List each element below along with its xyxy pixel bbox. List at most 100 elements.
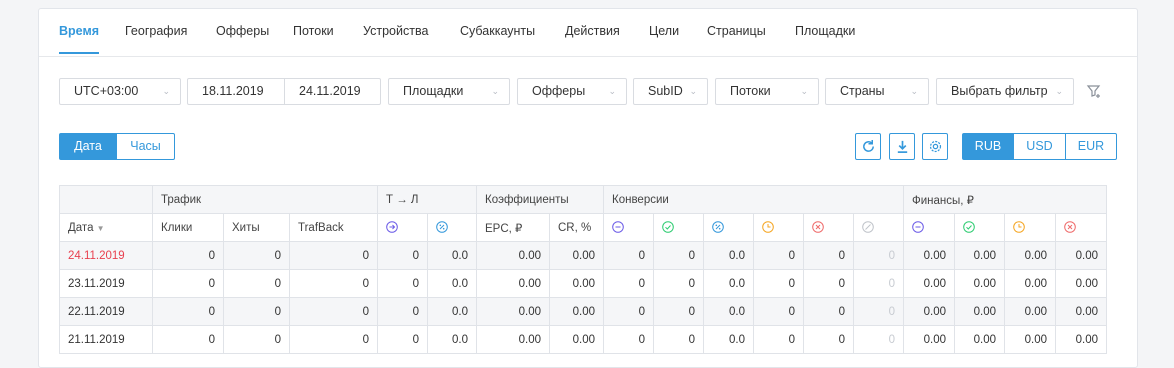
table-cell: 0 xyxy=(803,325,854,354)
statistics-table: Трафик Т → Л Коэффициенты Конверсии Фина… xyxy=(59,185,1107,354)
table-cell: 0 xyxy=(653,297,704,326)
report-tabs: Время География Офферы Потоки Устройства… xyxy=(39,9,1137,57)
table-cell: 0 xyxy=(223,325,290,354)
tab-time[interactable]: Время xyxy=(59,24,99,54)
platforms-select[interactable]: Площадки ⌄ xyxy=(388,78,510,105)
tab-subaccounts[interactable]: Субаккаунты xyxy=(460,24,535,38)
group-coefficients: Коэффициенты xyxy=(476,185,604,214)
table-cell: 0 xyxy=(152,297,224,326)
offers-select[interactable]: Офферы ⌄ xyxy=(517,78,627,105)
choose-filter-label: Выбрать фильтр xyxy=(951,84,1048,98)
gear-icon xyxy=(929,140,942,153)
table-cell: 0 xyxy=(753,297,804,326)
table-cell: 0 xyxy=(803,269,854,298)
group-transition: Т → Л xyxy=(377,185,477,214)
clock-icon xyxy=(1013,221,1025,234)
column-epc: EPC, ₽ xyxy=(476,213,550,242)
table-cell: 0.00 xyxy=(954,325,1005,354)
table-cell: 0 xyxy=(803,297,854,326)
table-cell: 0.00 xyxy=(903,325,955,354)
column-date[interactable]: Дата ▼ xyxy=(59,213,153,242)
currency-usd-button[interactable]: USD xyxy=(1013,133,1066,160)
currency-eur-button[interactable]: EUR xyxy=(1065,133,1117,160)
cell-date: 21.11.2019 xyxy=(59,325,153,354)
choose-filter-select[interactable]: Выбрать фильтр ⌄ xyxy=(936,78,1074,105)
column-clicks: Клики xyxy=(152,213,224,242)
countries-select-label: Страны xyxy=(840,84,885,98)
chevron-down-icon: ⌄ xyxy=(162,86,170,96)
table-cell: 0.00 xyxy=(954,269,1005,298)
group-by-hours-button[interactable]: Часы xyxy=(116,133,175,160)
chevron-down-icon: ⌄ xyxy=(608,86,616,96)
streams-select-label: Потоки xyxy=(730,84,771,98)
table-row: 23.11.2019 0 0 0 0 0.0 0.00 0.00 0 0 0.0 0 0 0 0.00 0.0… xyxy=(59,269,1107,298)
chevron-down-icon: ⌄ xyxy=(1055,86,1063,96)
tab-devices[interactable]: Устройства xyxy=(363,24,428,38)
clock-icon xyxy=(762,221,774,234)
table-cell: 0 xyxy=(289,297,378,326)
table-cell: 0.00 xyxy=(1004,241,1056,270)
tab-streams[interactable]: Потоки xyxy=(293,24,334,38)
filter-add-icon[interactable] xyxy=(1086,83,1102,99)
table-cell: 0 xyxy=(653,269,704,298)
timezone-value: UTC+03:00 xyxy=(74,84,139,98)
table-cell: 0 xyxy=(803,241,854,270)
table-cell: 0 xyxy=(377,241,428,270)
column-transition-percent xyxy=(427,213,477,242)
table-cell: 0.00 xyxy=(549,297,604,326)
table-cell: 0.00 xyxy=(1055,269,1107,298)
table-row: 22.11.2019 0 0 0 0 0.0 0.00 0.00 0 0 0.0 0 0 0 0.00 0.0… xyxy=(59,297,1107,326)
table-cell: 0 xyxy=(223,241,290,270)
table-cell: 0.0 xyxy=(703,241,754,270)
tab-platforms[interactable]: Площадки xyxy=(795,24,855,38)
timezone-select[interactable]: UTC+03:00 ⌄ xyxy=(59,78,181,105)
date-from-input[interactable]: 18.11.2019 xyxy=(187,78,285,105)
column-conv-hold xyxy=(603,213,654,242)
countries-select[interactable]: Страны ⌄ xyxy=(825,78,929,105)
table-cell: 0.00 xyxy=(903,241,955,270)
cell-date: 22.11.2019 xyxy=(59,297,153,326)
column-fin-approved xyxy=(954,213,1005,242)
table-cell: 0.0 xyxy=(703,325,754,354)
table-cell: 0 xyxy=(753,241,804,270)
tab-actions[interactable]: Действия xyxy=(565,24,620,38)
currency-rub-button[interactable]: RUB xyxy=(962,133,1014,160)
table-cell: 0 xyxy=(289,269,378,298)
table-cell: 0 xyxy=(603,269,654,298)
group-header-empty xyxy=(59,185,153,214)
column-transition-arrow xyxy=(377,213,428,242)
table-cell: 0.0 xyxy=(427,325,477,354)
group-traffic: Трафик xyxy=(152,185,378,214)
table-cell: 0.0 xyxy=(703,297,754,326)
tab-pages[interactable]: Страницы xyxy=(707,24,766,38)
column-trafback: TrafBack xyxy=(289,213,378,242)
group-conversions: Конверсии xyxy=(603,185,904,214)
settings-button[interactable] xyxy=(922,133,948,160)
refresh-button[interactable] xyxy=(855,133,881,160)
subid-select[interactable]: SubID ⌄ xyxy=(633,78,708,105)
tab-goals[interactable]: Цели xyxy=(649,24,679,38)
table-cell: 0 xyxy=(753,325,804,354)
table-cell: 0.0 xyxy=(427,297,477,326)
group-by-date-button[interactable]: Дата xyxy=(59,133,117,160)
offers-select-label: Офферы xyxy=(532,84,586,98)
table-cell: 0.00 xyxy=(1055,241,1107,270)
table-cell: 0 xyxy=(853,269,904,298)
chevron-down-icon: ⌄ xyxy=(800,86,808,96)
group-finance: Финансы, ₽ xyxy=(903,185,1107,214)
table-cell: 0 xyxy=(152,269,224,298)
download-button[interactable] xyxy=(889,133,915,160)
table-cell: 0 xyxy=(377,325,428,354)
table-cell: 0 xyxy=(377,269,428,298)
tab-geography[interactable]: География xyxy=(125,24,187,38)
table-cell: 0.0 xyxy=(703,269,754,298)
column-conv-cancelled xyxy=(853,213,904,242)
column-conv-rejected xyxy=(803,213,854,242)
tab-offers[interactable]: Офферы xyxy=(216,24,269,38)
table-cell: 0.00 xyxy=(1004,269,1056,298)
streams-select[interactable]: Потоки ⌄ xyxy=(715,78,819,105)
table-cell: 0.00 xyxy=(476,325,550,354)
table-row: 21.11.2019 0 0 0 0 0.0 0.00 0.00 0 0 0.0 0 0 0 0.00 0.0… xyxy=(59,325,1107,354)
date-to-input[interactable]: 24.11.2019 xyxy=(284,78,381,105)
cell-date: 24.11.2019 xyxy=(59,241,153,270)
